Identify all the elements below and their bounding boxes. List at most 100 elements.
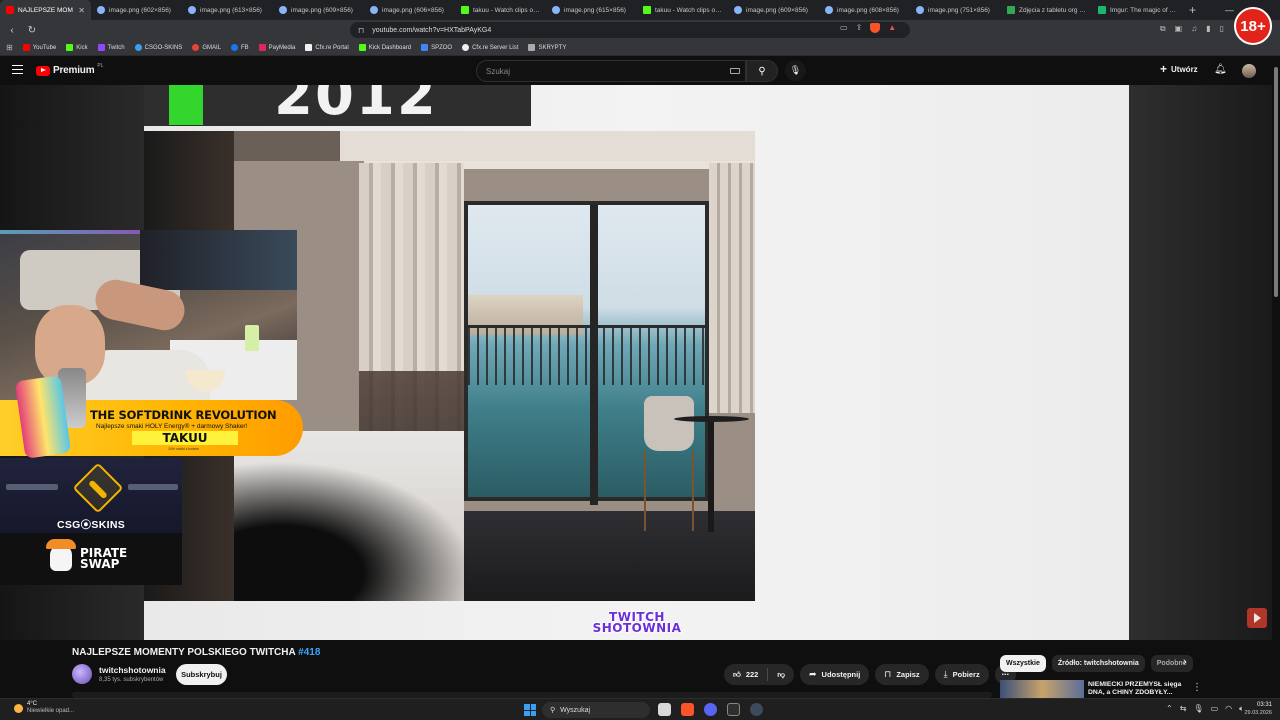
twitch-icon [97, 44, 105, 51]
steam-icon[interactable] [750, 703, 763, 716]
bookmark-icon[interactable]: ⊓ [358, 26, 364, 35]
wallet-icon[interactable]: ▣ [1175, 24, 1183, 34]
youtube-overlay-icon[interactable] [1247, 608, 1267, 628]
extension-icon[interactable]: ⧉ [1160, 24, 1166, 34]
chip-source-channel[interactable]: Źródło: twitchshotownia [1051, 655, 1145, 672]
brave-icon[interactable] [681, 703, 694, 716]
bookmark-youtube[interactable]: YouTube [22, 44, 56, 51]
microphone-icon[interactable]: 🎙︎ [1193, 704, 1203, 714]
share-label: Udostępnij [821, 670, 861, 679]
discord-icon[interactable] [704, 703, 717, 716]
bookmark-paymedia[interactable]: PayMedia [258, 44, 295, 51]
recommended-video-title[interactable]: NIEMIECKI PRZEMYSŁ sięga DNA, a CHINY ZD… [1088, 681, 1183, 697]
close-icon[interactable]: ✕ [78, 6, 85, 15]
video-actions: 👍︎ 222 👎︎ ➦ Udostępnij ⊓ Zapisz ⤓ Pobierz ⋯ [724, 664, 1016, 685]
browser-tab[interactable]: Zdjęcia z tabletu org CS [1001, 0, 1092, 20]
page-scrollbar[interactable] [1272, 57, 1280, 697]
bookmark-fb[interactable]: FB [231, 44, 249, 51]
recommended-video-thumbnail[interactable] [1000, 680, 1084, 698]
bookmark-skrypty[interactable]: SKRYPTY [528, 44, 566, 51]
bookmark-csgo-skins[interactable]: CSGO-SKINS [134, 44, 182, 51]
search-input[interactable]: Szukaj [476, 60, 746, 82]
browser-tab[interactable]: Imgur: The magic of the [1092, 0, 1183, 20]
browser-tab[interactable]: image.png (609×856) [273, 0, 364, 20]
search-icon: ⚲ [758, 65, 766, 77]
download-button[interactable]: ⤓ Pobierz [934, 664, 989, 685]
cast-icon[interactable]: ▭ [840, 23, 848, 33]
browser-tab[interactable]: image.png (613×856) [182, 0, 273, 20]
back-icon[interactable]: ‹ [4, 25, 20, 36]
reload-icon[interactable]: ↻ [24, 25, 40, 36]
dislike-button[interactable]: 👎︎ [768, 664, 794, 685]
new-tab-button[interactable]: + [1189, 3, 1196, 17]
weather-temp: 4°C [27, 701, 38, 707]
rifle-skin-icon [6, 484, 58, 490]
browser-tab[interactable]: image.png (606×856) [364, 0, 455, 20]
channel-watermark: TWITCH SHOTOWNIA [587, 611, 687, 634]
keyboard-icon[interactable] [730, 68, 740, 74]
bookmark-cfx-server-list[interactable]: Cfx.re Server List [462, 44, 518, 51]
bookmark-cfx-portal[interactable]: Cfx.re Portal [305, 44, 349, 51]
scrollbar-thumb[interactable] [1274, 67, 1278, 297]
hashtag-link[interactable]: #418 [298, 647, 320, 658]
taskbar-search[interactable]: ⚲ Wyszukaj [542, 702, 650, 718]
promo-title: THE SOFTDRINK REVOLUTION [90, 408, 277, 422]
browser-tab[interactable]: image.png (751×856) [910, 0, 1001, 20]
weather-widget[interactable]: 4°C Niewielkie opad... [14, 701, 74, 715]
url-field[interactable]: ⊓ youtube.com/watch?v=HXTabPAyKG4 [350, 22, 910, 38]
bookmark-twitch[interactable]: Twitch [97, 44, 125, 51]
channel-name[interactable]: twitchshotownia [99, 665, 166, 675]
minimize-icon[interactable]: — [1225, 5, 1234, 15]
like-button[interactable]: 👍︎ 222 [724, 664, 767, 685]
wifi-icon[interactable]: ◠ [1225, 704, 1232, 714]
image-icon [188, 6, 196, 14]
apps-grid-icon[interactable]: ⊞ [6, 43, 13, 52]
browser-tab[interactable]: image.png (609×856) [728, 0, 819, 20]
image-icon [552, 6, 560, 14]
bookmark-kick-dashboard[interactable]: Kick Dashboard [358, 44, 411, 51]
windows-taskbar: 4°C Niewielkie opad... ⚲ Wyszukaj ⌃ ⇆ 🎙︎ … [0, 698, 1280, 720]
bookmark-spzoo[interactable]: SPZOO [421, 44, 452, 51]
share-button[interactable]: ➦ Udostępnij [799, 664, 870, 685]
share-arrow-icon: ➦ [808, 669, 817, 679]
browser-tab[interactable]: image.png (602×856) [91, 0, 182, 20]
chevron-up-icon[interactable]: ⌃ [1166, 704, 1173, 714]
sidebar-icon[interactable]: ▮ [1206, 24, 1210, 34]
browser-tab[interactable]: NAJLEPSZE MOM ✕ [0, 0, 91, 20]
browser-tab[interactable]: takuu - Watch clips on K [455, 0, 546, 20]
browser-tab[interactable]: takuu - Watch clips on K [637, 0, 728, 20]
menu-icon[interactable] [12, 65, 23, 74]
create-button[interactable]: + Utwórz [1160, 63, 1198, 75]
music-icon[interactable]: ♫ [1191, 24, 1197, 34]
bookmark-gmail[interactable]: GMAIL [192, 44, 221, 51]
more-vert-icon[interactable]: ⋮ [1192, 682, 1202, 693]
battery-icon[interactable]: ▭ [1211, 704, 1219, 714]
network-icon[interactable]: ⇆ [1180, 704, 1187, 714]
curtain-right [709, 163, 755, 413]
youtube-logo[interactable]: Premium PL [36, 63, 104, 76]
save-button[interactable]: ⊓ Zapisz [875, 664, 929, 685]
reader-icon[interactable]: ▯ [1220, 24, 1224, 34]
url-text: youtube.com/watch?v=HXTabPAyKG4 [372, 26, 492, 34]
brave-shield-icon[interactable] [870, 23, 881, 33]
chevron-right-icon[interactable]: › [1183, 656, 1187, 668]
bookmark-kick[interactable]: Kick [66, 44, 88, 51]
notifications-bell-icon[interactable]: 🔔︎ [1214, 64, 1227, 75]
rewards-icon[interactable]: ▲ [888, 23, 896, 33]
chip-all[interactable]: Wszystkie [1000, 655, 1046, 672]
kick-icon [643, 6, 651, 14]
channel-avatar[interactable] [72, 664, 92, 684]
file-explorer-icon[interactable] [658, 703, 671, 716]
system-clock[interactable]: 03:31 29.03.2026 [1240, 701, 1272, 717]
subscribe-button[interactable]: Subskrybuj [176, 664, 227, 685]
share-icon[interactable]: ⇪ [856, 23, 863, 33]
account-avatar[interactable] [1242, 64, 1256, 78]
windows-start-icon[interactable] [524, 704, 536, 716]
extensions-area: ⧉ ▣ ♫ ▮ ▯ [1160, 24, 1224, 34]
browser-tab[interactable]: image.png (615×856) [546, 0, 637, 20]
xbox-icon[interactable] [727, 703, 740, 716]
browser-tab[interactable]: image.png (608×856) [819, 0, 910, 20]
search-button[interactable]: ⚲ [746, 60, 778, 82]
voice-search-button[interactable]: 🎙︎ [785, 60, 806, 81]
youtube-play-icon [36, 65, 50, 76]
